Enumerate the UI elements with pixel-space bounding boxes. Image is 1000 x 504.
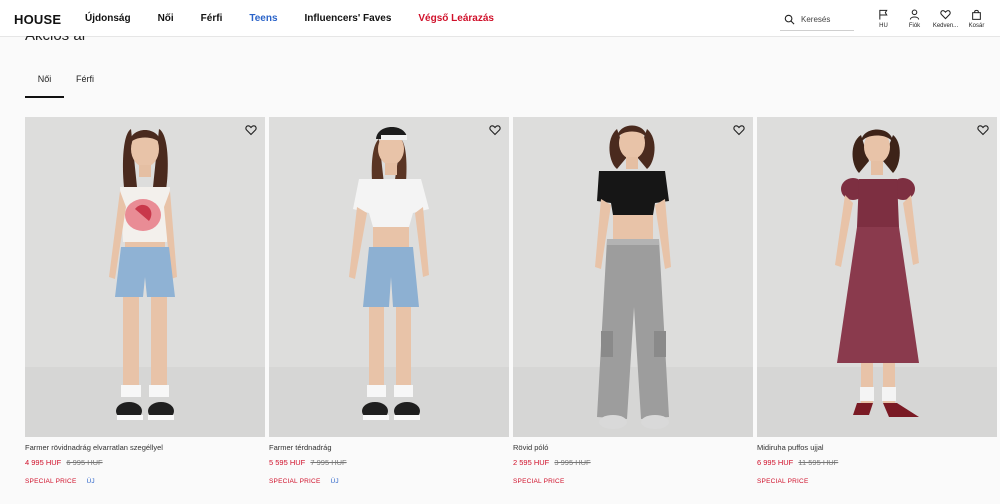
favorite-heart-icon[interactable]	[489, 124, 501, 136]
tab-noi[interactable]: Női	[25, 68, 64, 98]
sale-price: 4 995 HUF	[25, 458, 62, 467]
language-label: HU	[879, 23, 888, 29]
product-image[interactable]	[269, 117, 509, 437]
model-photo	[25, 117, 265, 437]
sale-price: 6 995 HUF	[757, 458, 794, 467]
product-image[interactable]	[513, 117, 753, 437]
product-card[interactable]: Farmer rövidnadrág elvarratlan szegéllye…	[25, 117, 265, 485]
header-icons: HU Fiók Kedven... Kosár	[868, 9, 992, 29]
special-price-badge: SPECIAL PRICE	[513, 478, 565, 485]
original-price: 6 995 HUF	[66, 458, 103, 467]
product-card[interactable]: Farmer térdnadrág 5 595 HUF 7 995 HUF SP…	[269, 117, 509, 485]
model-photo	[269, 117, 509, 437]
favorite-heart-icon[interactable]	[733, 124, 745, 136]
nav-teens[interactable]: Teens	[249, 13, 277, 24]
nav-noi[interactable]: Női	[158, 13, 174, 24]
nav-vegso-learazas[interactable]: Végső Leárazás	[418, 13, 494, 24]
main-nav: Újdonság Női Férfi Teens Influencers' Fa…	[85, 13, 521, 24]
product-image[interactable]	[757, 117, 997, 437]
sale-price: 5 595 HUF	[269, 458, 306, 467]
special-price-badge: SPECIAL PRICE	[25, 478, 77, 485]
search-placeholder: Keresés	[801, 14, 831, 24]
cart-label: Kosár	[968, 23, 985, 29]
product-badges: SPECIAL PRICE	[757, 478, 997, 485]
model-photo	[757, 117, 997, 437]
original-price: 11 595 HUF	[798, 458, 839, 467]
product-prices: 2 595 HUF 3 995 HUF	[513, 458, 753, 467]
flag-icon	[879, 9, 888, 20]
new-badge: ÚJ	[86, 478, 95, 485]
original-price: 7 995 HUF	[310, 458, 347, 467]
product-prices: 4 995 HUF 6 995 HUF	[25, 458, 265, 467]
bag-icon	[972, 9, 981, 20]
favorites-label: Kedven...	[932, 23, 959, 29]
new-badge: ÚJ	[330, 478, 339, 485]
heart-icon	[940, 10, 951, 20]
cart-button[interactable]: Kosár	[961, 9, 992, 29]
product-card[interactable]: Rövid póló 2 595 HUF 3 995 HUF SPECIAL P…	[513, 117, 753, 485]
nav-ferfi[interactable]: Férfi	[201, 13, 223, 24]
sale-price: 2 595 HUF	[513, 458, 550, 467]
product-grid: Farmer rövidnadrág elvarratlan szegéllye…	[25, 117, 997, 485]
user-icon	[909, 9, 920, 20]
tab-ferfi[interactable]: Férfi	[64, 68, 103, 98]
product-prices: 6 995 HUF 11 595 HUF	[757, 458, 997, 467]
search-input[interactable]: Keresés	[780, 8, 854, 31]
gender-tabs: Női Férfi	[25, 68, 103, 98]
favorites-button[interactable]: Kedven...	[930, 9, 961, 29]
product-badges: SPECIAL PRICE ÚJ	[269, 478, 509, 485]
product-badges: SPECIAL PRICE ÚJ	[25, 478, 265, 485]
favorite-heart-icon[interactable]	[245, 124, 257, 136]
original-price: 3 995 HUF	[554, 458, 591, 467]
product-card[interactable]: Midiruha puffos ujjal 6 995 HUF 11 595 H…	[757, 117, 997, 485]
model-photo	[513, 117, 753, 437]
product-name[interactable]: Rövid póló	[513, 443, 753, 452]
special-price-badge: SPECIAL PRICE	[269, 478, 321, 485]
search-icon	[784, 14, 795, 24]
top-navigation-bar: HOUSE Újdonság Női Férfi Teens Influence…	[0, 0, 1000, 37]
nav-influencers-faves[interactable]: Influencers' Faves	[305, 13, 392, 24]
nav-ujdonsag[interactable]: Újdonság	[85, 13, 131, 24]
product-name[interactable]: Farmer térdnadrág	[269, 443, 509, 452]
language-button[interactable]: HU	[868, 9, 899, 29]
house-logo[interactable]: HOUSE	[14, 12, 61, 27]
special-price-badge: SPECIAL PRICE	[757, 478, 809, 485]
account-button[interactable]: Fiók	[899, 9, 930, 29]
product-image[interactable]	[25, 117, 265, 437]
product-name[interactable]: Farmer rövidnadrág elvarratlan szegéllye…	[25, 443, 265, 452]
product-prices: 5 595 HUF 7 995 HUF	[269, 458, 509, 467]
product-badges: SPECIAL PRICE	[513, 478, 753, 485]
favorite-heart-icon[interactable]	[977, 124, 989, 136]
product-name[interactable]: Midiruha puffos ujjal	[757, 443, 997, 452]
account-label: Fiók	[908, 23, 921, 29]
